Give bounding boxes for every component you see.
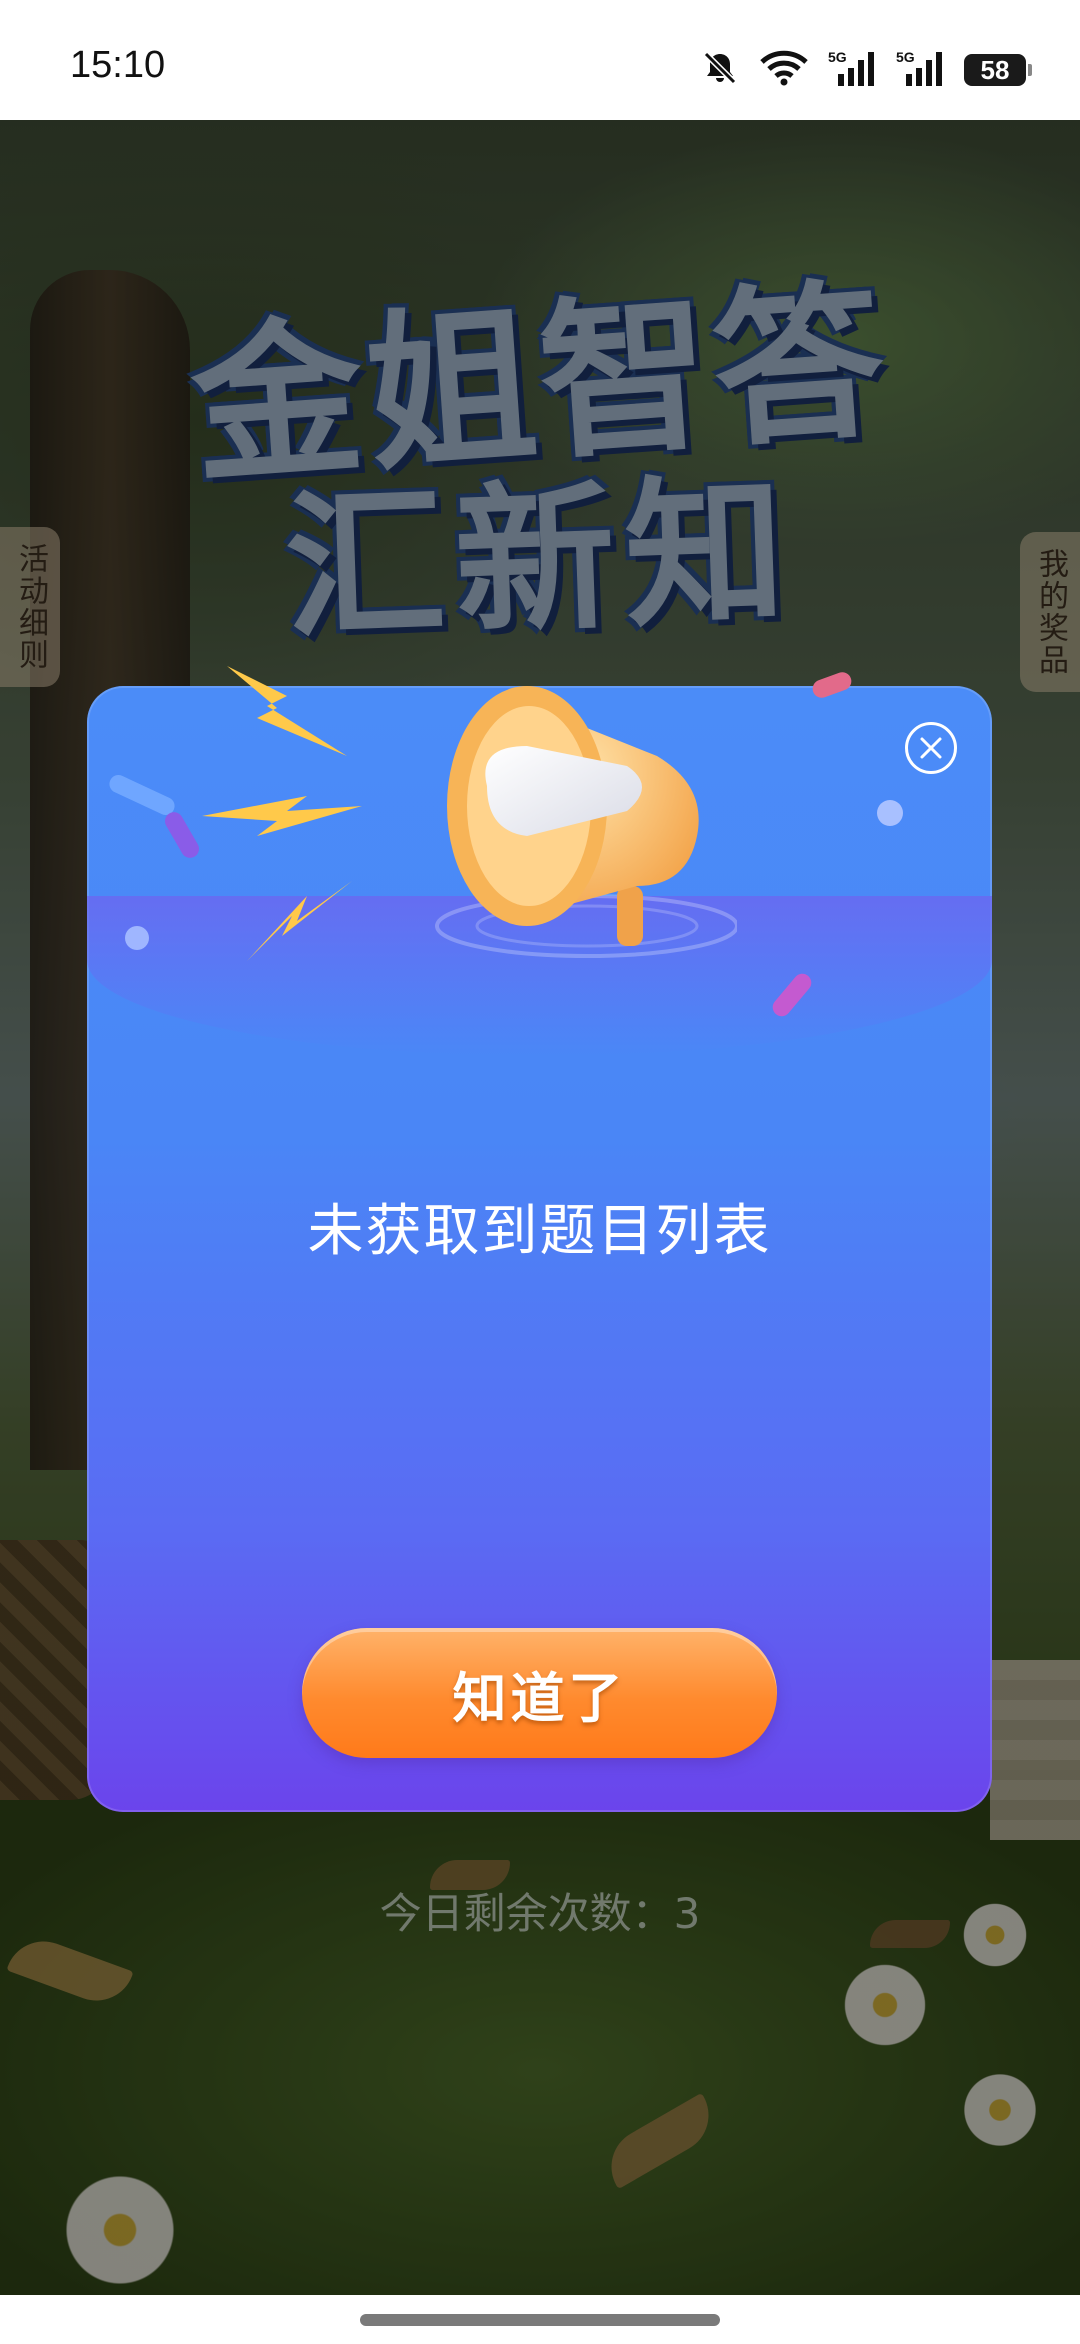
close-button[interactable] bbox=[905, 722, 957, 774]
svg-text:5G: 5G bbox=[896, 49, 915, 65]
error-dialog: 未获取到题目列表 知道了 bbox=[87, 666, 992, 1812]
status-bar: 15:10 5G 5G 58 bbox=[0, 0, 1080, 120]
bell-muted-icon bbox=[700, 48, 740, 92]
dialog-message: 未获取到题目列表 bbox=[307, 1199, 772, 1264]
screen: 15:10 5G 5G 58 金姐智答 汇新知 活动细则 我的奖品 今日剩余次数… bbox=[0, 0, 1080, 2344]
confetti-ball bbox=[125, 926, 149, 950]
wifi-icon bbox=[758, 48, 810, 92]
confetti-ball bbox=[877, 800, 903, 826]
lightning-bolt-icon bbox=[247, 881, 352, 961]
confirm-button-label: 知道了 bbox=[452, 1666, 627, 1730]
lightning-bolt-icon bbox=[202, 796, 362, 836]
signal-5g-icon: 5G bbox=[828, 48, 878, 92]
megaphone-icon bbox=[435, 686, 737, 958]
status-icons: 5G 5G 58 bbox=[700, 48, 1032, 92]
close-icon bbox=[920, 737, 942, 759]
home-indicator[interactable] bbox=[360, 2314, 720, 2326]
confirm-button[interactable]: 知道了 bbox=[302, 1628, 777, 1758]
signal-5g-icon-2: 5G bbox=[896, 48, 946, 92]
ribbon-decoration bbox=[106, 772, 178, 818]
lightning-bolt-icon bbox=[227, 666, 347, 756]
svg-text:5G: 5G bbox=[828, 49, 847, 65]
status-time: 15:10 bbox=[70, 44, 166, 86]
battery-icon: 58 bbox=[964, 54, 1032, 86]
